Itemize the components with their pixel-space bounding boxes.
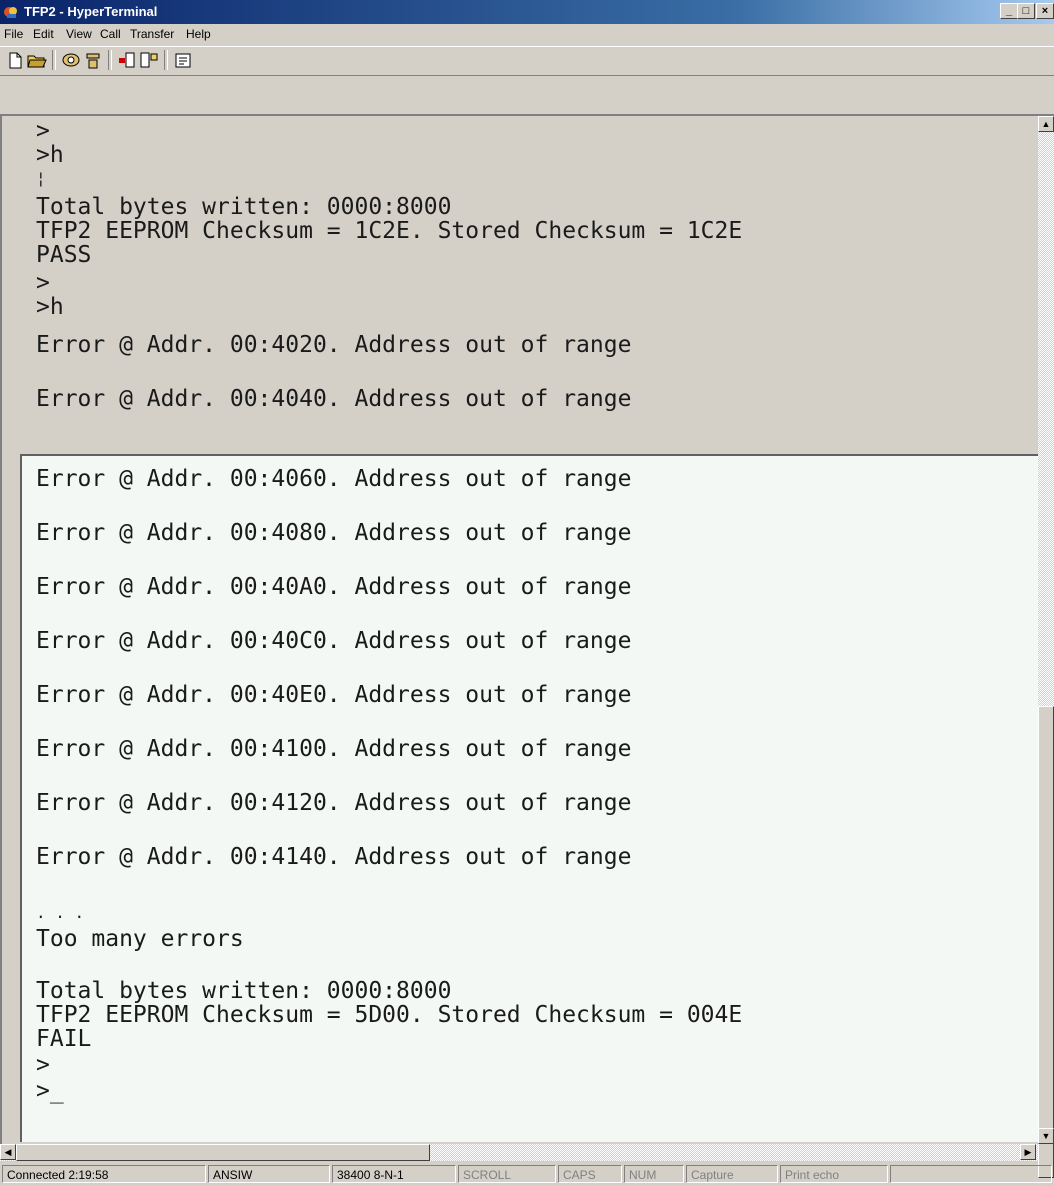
- terminal-line: >: [36, 270, 50, 296]
- terminal-line: Error @ Addr. 00:4040. Address out of ra…: [36, 386, 632, 412]
- disconnect-icon[interactable]: [82, 50, 104, 70]
- scroll-left-button[interactable]: ◀: [0, 1144, 16, 1160]
- status-empty: [890, 1165, 1052, 1183]
- status-caps: CAPS: [558, 1165, 622, 1183]
- terminal-line: TFP2 EEPROM Checksum = 1C2E. Stored Chec…: [36, 218, 743, 244]
- terminal-line: . . .: [36, 903, 85, 922]
- terminal-line: Error @ Addr. 00:4120. Address out of ra…: [36, 790, 632, 816]
- new-icon[interactable]: [4, 50, 26, 70]
- terminal-screen[interactable]: Error @ Addr. 00:4060. Address out of ra…: [20, 454, 1038, 1142]
- toolbar-separator: [164, 50, 168, 70]
- terminal-line: ¦: [36, 169, 46, 188]
- terminal-line: Error @ Addr. 00:40E0. Address out of ra…: [36, 682, 632, 708]
- menu-view[interactable]: View: [66, 27, 92, 41]
- terminal-line: Error @ Addr. 00:40A0. Address out of ra…: [36, 574, 632, 600]
- scroll-down-button[interactable]: ▼: [1038, 1128, 1054, 1144]
- terminal-line: TFP2 EEPROM Checksum = 5D00. Stored Chec…: [36, 1002, 743, 1028]
- window-title: TFP2 - HyperTerminal: [24, 4, 158, 19]
- terminal-line: FAIL: [36, 1026, 92, 1052]
- open-icon[interactable]: [26, 50, 48, 70]
- vertical-scrollbar[interactable]: ▲ ▼: [1038, 116, 1054, 1178]
- receive-icon[interactable]: [138, 50, 160, 70]
- terminal-line: Error @ Addr. 00:4060. Address out of ra…: [36, 466, 632, 492]
- terminal-line: >h: [36, 142, 64, 168]
- maximize-button[interactable]: □: [1017, 3, 1035, 19]
- status-print-echo: Print echo: [780, 1165, 888, 1183]
- menu-file[interactable]: File: [4, 27, 23, 41]
- minimize-button[interactable]: _: [1000, 3, 1018, 19]
- title-bar: TFP2 - HyperTerminal _ □ ×: [0, 0, 1054, 24]
- menu-help[interactable]: Help: [186, 27, 211, 41]
- terminal-line: PASS: [36, 242, 92, 268]
- menu-bar: File Edit View Call Transfer Help: [0, 24, 1054, 44]
- hyperterminal-icon: [4, 7, 17, 18]
- menu-transfer[interactable]: Transfer: [130, 27, 174, 41]
- status-capture: Capture: [686, 1165, 778, 1183]
- terminal-line: Error @ Addr. 00:40C0. Address out of ra…: [36, 628, 632, 654]
- terminal-scrollback[interactable]: > >h ¦ Total bytes written: 0000:8000 TF…: [8, 116, 1036, 448]
- terminal-line: Error @ Addr. 00:4020. Address out of ra…: [36, 332, 632, 358]
- close-button[interactable]: ×: [1036, 3, 1054, 19]
- terminal-line: Total bytes written: 0000:8000: [36, 978, 452, 1004]
- connect-icon[interactable]: [60, 50, 82, 70]
- properties-icon[interactable]: [172, 50, 194, 70]
- horizontal-scrollbar[interactable]: ◀ ▶: [0, 1144, 1038, 1161]
- status-num: NUM: [624, 1165, 684, 1183]
- terminal-line: Error @ Addr. 00:4100. Address out of ra…: [36, 736, 632, 762]
- menu-call[interactable]: Call: [100, 27, 121, 41]
- terminal-line: Error @ Addr. 00:4080. Address out of ra…: [36, 520, 632, 546]
- status-scroll: SCROLL: [458, 1165, 556, 1183]
- toolbar-separator: [52, 50, 56, 70]
- scroll-up-button[interactable]: ▲: [1038, 116, 1054, 132]
- terminal-line: Too many errors: [36, 926, 244, 952]
- toolbar-separator: [108, 50, 112, 70]
- terminal-line: >: [36, 118, 50, 144]
- terminal-prompt: >_: [36, 1078, 64, 1104]
- status-bar: Connected 2:19:58 ANSIW 38400 8-N-1 SCRO…: [0, 1163, 1054, 1186]
- horizontal-scroll-thumb[interactable]: [16, 1144, 430, 1161]
- terminal-line: Error @ Addr. 00:4140. Address out of ra…: [36, 844, 632, 870]
- scroll-right-button[interactable]: ▶: [1020, 1144, 1036, 1160]
- terminal-line: Total bytes written: 0000:8000: [36, 194, 452, 220]
- terminal-line: >: [36, 1052, 50, 1078]
- vertical-scroll-thumb[interactable]: [1038, 706, 1054, 1178]
- status-port: 38400 8-N-1: [332, 1165, 456, 1183]
- menu-edit[interactable]: Edit: [33, 27, 54, 41]
- send-icon[interactable]: [116, 50, 138, 70]
- toolbar: [0, 46, 1054, 76]
- terminal-line: >h: [36, 294, 64, 320]
- status-emulation: ANSIW: [208, 1165, 330, 1183]
- status-connected: Connected 2:19:58: [2, 1165, 206, 1183]
